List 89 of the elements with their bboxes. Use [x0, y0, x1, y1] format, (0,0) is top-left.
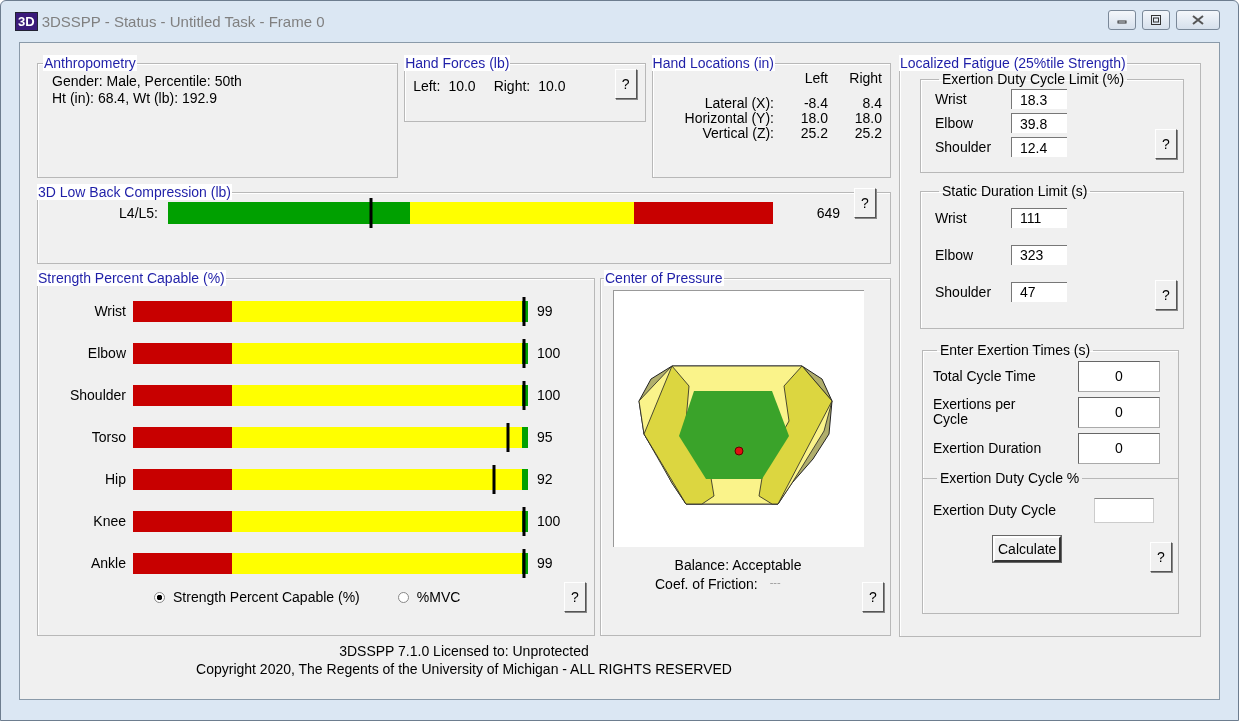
group-title: Anthropometry [43, 55, 137, 71]
group-title: Exertion Duty Cycle % [939, 470, 1081, 486]
table-cell-text: 18.0 [799, 111, 828, 126]
friction-label: Coef. of Friction: [655, 576, 758, 592]
bar-value: 95 [537, 429, 553, 445]
radio-button[interactable] [154, 591, 165, 603]
app-icon: 3D [15, 12, 38, 31]
status-text: Balance: Acceptable [673, 557, 803, 573]
bar-label: L4/L5: [118, 205, 159, 221]
bar-label: Shoulder [68, 387, 127, 403]
bar-label: Ankle [89, 555, 127, 571]
bar-value: 100 [537, 387, 561, 403]
input-field[interactable] [1094, 497, 1154, 523]
table-cell-text: 25.2 [853, 126, 882, 141]
group-title: Center of Pressure [604, 270, 724, 286]
field-label: Exertions per Cycle [933, 397, 1017, 427]
bar-value: 100 [537, 513, 561, 529]
group-title: 3D Low Back Compression (lb) [37, 184, 232, 200]
group-title: Enter Exertion Times (s) [939, 342, 1092, 358]
radio-option[interactable]: Strength Percent Capable (%) [154, 589, 360, 605]
bar-value: 92 [537, 471, 553, 487]
force-label: Left: [413, 78, 441, 94]
table-cell-text: 25.2 [799, 126, 828, 141]
input-field[interactable]: 0 [1078, 396, 1160, 428]
value-field[interactable]: 47 [1011, 281, 1067, 302]
minimize-button[interactable] [1108, 9, 1136, 30]
group-title: Localized Fatigue (25%tile Strength) [899, 55, 1127, 71]
group-title: Exertion Duty Cycle Limit (%) [941, 71, 1126, 87]
table-cell-text: -8.4 [802, 96, 828, 111]
bar-marker [369, 198, 373, 228]
bar-value: 99 [537, 303, 553, 319]
input-field[interactable]: 0 [1078, 432, 1160, 464]
group-title: Hand Locations (in) [651, 55, 775, 71]
field-label: Elbow [935, 246, 975, 263]
help-button[interactable]: ? [1150, 542, 1172, 572]
help-button[interactable]: ? [1155, 129, 1177, 159]
help-button[interactable]: ? [854, 188, 876, 218]
radio-option[interactable]: %MVC [397, 589, 461, 605]
group-title: Hand Forces (lb) [404, 55, 511, 71]
value-field[interactable]: 323 [1011, 244, 1067, 265]
maximize-button[interactable] [1142, 9, 1170, 30]
input-field[interactable]: 0 [1078, 360, 1160, 392]
field-label: Exertion Duration [933, 440, 1043, 456]
info-text: Gender: Male, Percentile: 50th [52, 73, 243, 90]
info-text: Ht (in): 68.4, Wt (lb): 192.9 [52, 90, 218, 107]
value-field[interactable]: 18.3 [1011, 89, 1067, 109]
help-button[interactable]: ? [614, 69, 637, 99]
bar-label: Wrist [93, 303, 127, 319]
field-label: Shoulder [935, 139, 993, 155]
group-title: Strength Percent Capable (%) [37, 270, 226, 286]
bar-value: 99 [537, 555, 553, 571]
field-label: Exertion Duty Cycle [933, 502, 1056, 518]
value-field[interactable]: 12.4 [1011, 137, 1067, 157]
column-header: Left [803, 71, 828, 86]
radio-button[interactable] [397, 591, 409, 603]
field-label: Total Cycle Time [933, 368, 1037, 384]
help-button[interactable]: ? [1155, 280, 1177, 310]
row-label: Vertical (Z): [701, 126, 774, 141]
group-title: Static Duration Limit (s) [941, 183, 1089, 199]
friction-value: --- [769, 576, 781, 590]
value-field[interactable]: 39.8 [1011, 113, 1067, 133]
bar-label: Torso [90, 429, 127, 445]
help-button[interactable]: ? [564, 582, 586, 612]
footer-text: 3DSSPP 7.1.0 Licensed to: Unprotected [338, 642, 590, 660]
calculate-button[interactable]: Calculate [993, 536, 1062, 562]
bar-value: 649 [815, 205, 840, 221]
maximize-icon [1151, 14, 1161, 25]
close-button[interactable] [1176, 9, 1220, 30]
bar-label: Hip [104, 471, 127, 487]
table-cell-text: 8.4 [861, 96, 882, 111]
field-label: Wrist [935, 209, 968, 226]
value-field[interactable]: 111 [1011, 207, 1067, 228]
force-value: 10.0 [448, 78, 476, 94]
row-label: Lateral (X): [703, 96, 774, 111]
force-label: Right: [493, 78, 531, 94]
bar-label: Elbow [86, 345, 127, 361]
field-label: Wrist [935, 91, 968, 107]
bar-label: Knee [92, 513, 127, 529]
footer-text: Copyright 2020, The Regents of the University of Michigan - ALL RIGHTS RESERVED [195, 660, 733, 678]
close-icon [1192, 14, 1204, 25]
field-label: Shoulder [935, 283, 993, 300]
table-cell-text: 18.0 [853, 111, 882, 126]
column-header: Right [848, 71, 882, 86]
window-title: 3DSSPP - Status - Untitled Task - Frame 0 [41, 13, 325, 30]
help-button[interactable]: ? [862, 582, 884, 612]
force-value: 10.0 [538, 78, 566, 94]
bar-value: 100 [537, 345, 561, 361]
field-label: Elbow [935, 115, 975, 131]
row-label: Horizontal (Y): [683, 111, 774, 126]
